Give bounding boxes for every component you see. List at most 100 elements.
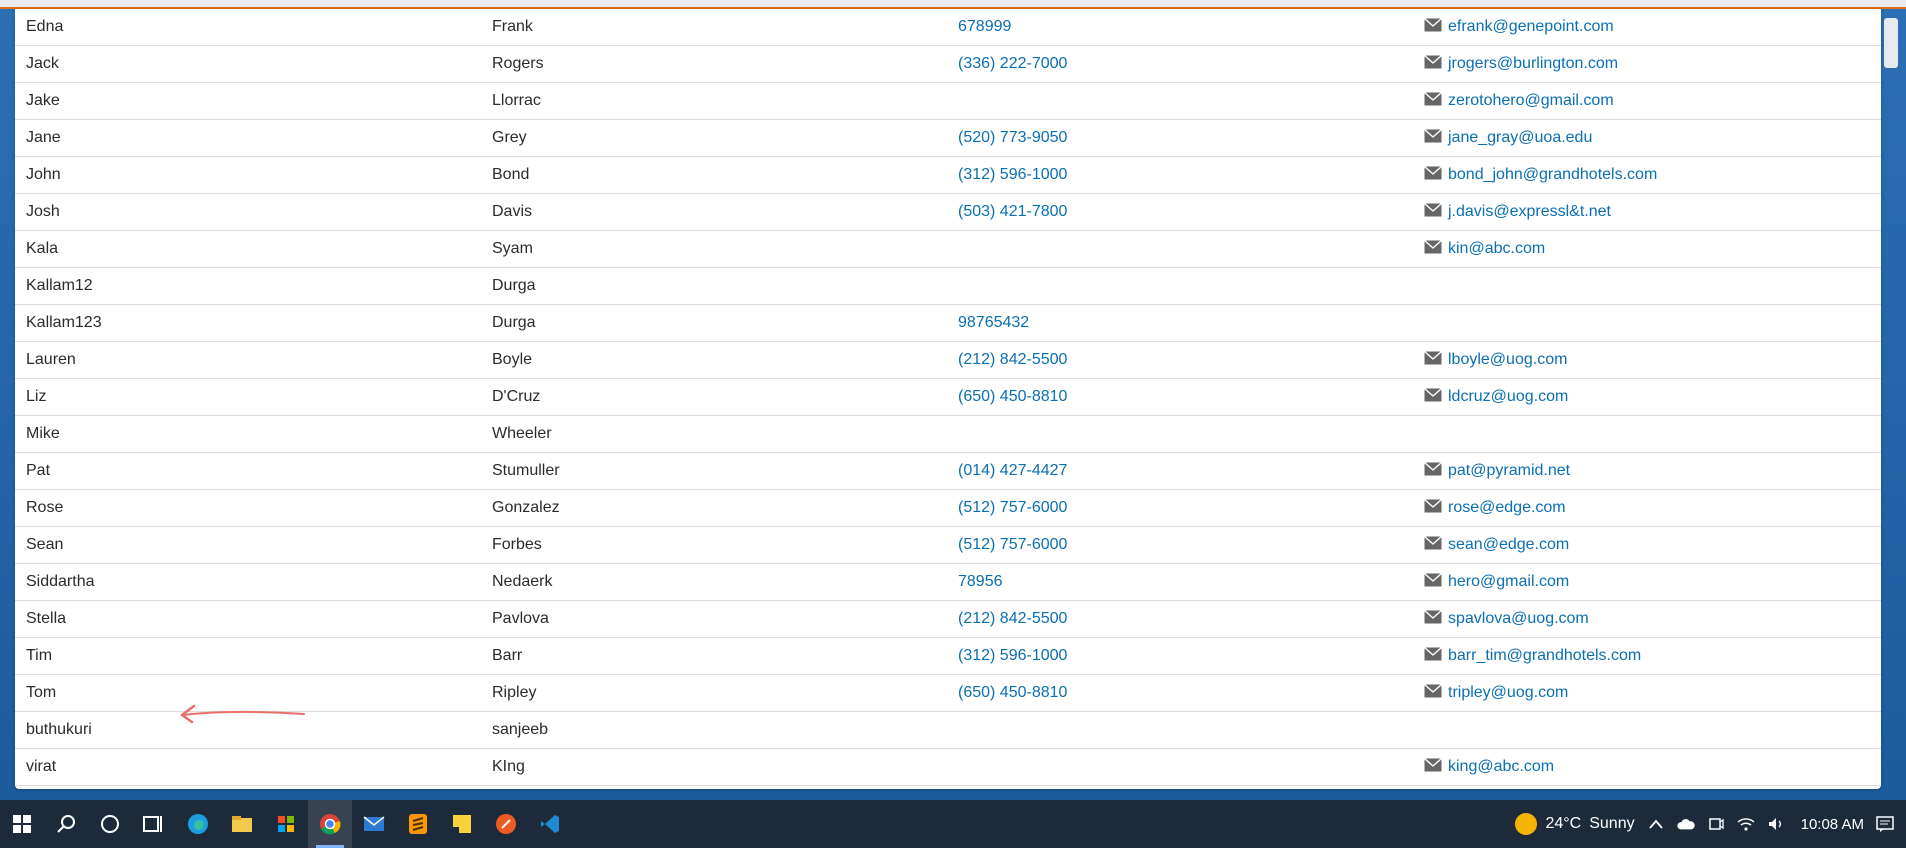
- first-name-cell: virat: [15, 748, 492, 786]
- email-link[interactable]: barr_tim@grandhotels.com: [1424, 646, 1641, 666]
- meet-now-icon[interactable]: [1707, 815, 1725, 833]
- email-cell: [1424, 711, 1881, 749]
- last-name-cell: Frank: [492, 9, 958, 46]
- email-link[interactable]: lboyle@uog.com: [1424, 350, 1567, 370]
- table-row[interactable]: Kallam12 Durga: [15, 267, 1881, 305]
- mail-app-icon[interactable]: [352, 800, 396, 848]
- email-text: tripley@uog.com: [1448, 684, 1569, 701]
- phone-link[interactable]: 678999: [958, 18, 1011, 35]
- table-row[interactable]: Liz D'Cruz (650) 450-8810 ldcruz@uog.com: [15, 378, 1881, 416]
- phone-link[interactable]: (212) 842-5500: [958, 351, 1067, 368]
- chrome-icon[interactable]: [308, 800, 352, 848]
- email-cell: sean@edge.com: [1424, 526, 1881, 564]
- email-link[interactable]: kin@abc.com: [1424, 239, 1546, 259]
- table-row[interactable]: Edna Frank 678999 efrank@genepoint.com: [15, 9, 1881, 46]
- first-name: Jane: [26, 129, 61, 146]
- last-name-cell: D'Cruz: [492, 378, 958, 416]
- email-link[interactable]: efrank@genepoint.com: [1424, 17, 1614, 37]
- file-explorer-icon[interactable]: [220, 800, 264, 848]
- email-link[interactable]: spavlova@uog.com: [1424, 609, 1589, 629]
- phone-link[interactable]: (520) 773-9050: [958, 129, 1067, 146]
- phone-link[interactable]: (212) 842-5500: [958, 610, 1067, 627]
- last-name: Durga: [492, 314, 536, 331]
- mail-icon: [1424, 609, 1442, 629]
- first-name: Kallam123: [26, 314, 102, 331]
- table-row[interactable]: virat KIng king@abc.com: [15, 748, 1881, 786]
- table-row[interactable]: Siddartha Nedaerk 78956 hero@gmail.com: [15, 563, 1881, 601]
- email-link[interactable]: zerotohero@gmail.com: [1424, 91, 1614, 111]
- table-row[interactable]: Jane Grey (520) 773-9050 jane_gray@uoa.edu: [15, 119, 1881, 157]
- sticky-notes-icon[interactable]: [440, 800, 484, 848]
- first-name-cell: Rose: [15, 489, 492, 527]
- table-row[interactable]: Tim Barr (312) 596-1000 barr_tim@grandhotel…: [15, 637, 1881, 675]
- wifi-icon[interactable]: [1737, 815, 1755, 833]
- email-link[interactable]: jrogers@burlington.com: [1424, 54, 1618, 74]
- email-link[interactable]: pat@pyramid.net: [1424, 461, 1570, 481]
- last-name-cell: KIng: [492, 748, 958, 786]
- phone-link[interactable]: (503) 421-7800: [958, 203, 1067, 220]
- mail-icon: [1424, 91, 1442, 111]
- email-link[interactable]: king@abc.com: [1424, 757, 1554, 777]
- phone-link[interactable]: 98765432: [958, 314, 1029, 331]
- notifications-icon[interactable]: [1876, 815, 1894, 833]
- phone-link[interactable]: (014) 427-4427: [958, 462, 1067, 479]
- email-link[interactable]: ldcruz@uog.com: [1424, 387, 1568, 407]
- phone-cell: [958, 415, 1424, 453]
- phone-cell: [958, 230, 1424, 268]
- taskbar-clock[interactable]: 10:08 AM: [1801, 816, 1864, 833]
- email-link[interactable]: rose@edge.com: [1424, 498, 1566, 518]
- email-cell: jrogers@burlington.com: [1424, 45, 1881, 83]
- phone-link[interactable]: (512) 757-6000: [958, 536, 1067, 553]
- mail-icon: [1424, 350, 1442, 370]
- table-row[interactable]: Sean Forbes (512) 757-6000 sean@edge.com: [15, 526, 1881, 564]
- email-link[interactable]: hero@gmail.com: [1424, 572, 1569, 592]
- search-icon[interactable]: [44, 800, 88, 848]
- email-link[interactable]: bond_john@grandhotels.com: [1424, 165, 1657, 185]
- phone-link[interactable]: 78956: [958, 573, 1003, 590]
- phone-link[interactable]: (336) 222-7000: [958, 55, 1067, 72]
- last-name: Gonzalez: [492, 499, 560, 516]
- windows-start-icon[interactable]: [0, 800, 44, 848]
- table-row[interactable]: Mike Wheeler: [15, 415, 1881, 453]
- volume-icon[interactable]: [1767, 815, 1785, 833]
- first-name-cell: Kala: [15, 230, 492, 268]
- email-link[interactable]: j.davis@expressl&t.net: [1424, 202, 1611, 222]
- email-link[interactable]: tripley@uog.com: [1424, 683, 1569, 703]
- phone-link[interactable]: (312) 596-1000: [958, 647, 1067, 664]
- email-cell: rose@edge.com: [1424, 489, 1881, 527]
- task-view-icon[interactable]: [132, 800, 176, 848]
- email-text: kin@abc.com: [1448, 240, 1546, 257]
- phone-link[interactable]: (312) 596-1000: [958, 166, 1067, 183]
- email-link[interactable]: sean@edge.com: [1424, 535, 1569, 555]
- last-name-cell: Nedaerk: [492, 563, 958, 601]
- mail-icon: [1424, 202, 1442, 222]
- table-row[interactable]: Stella Pavlova (212) 842-5500 spavlova@uog.…: [15, 600, 1881, 638]
- phone-cell: (650) 450-8810: [958, 674, 1424, 712]
- cortana-icon[interactable]: [88, 800, 132, 848]
- table-row[interactable]: Rose Gonzalez (512) 757-6000 rose@edge.com: [15, 489, 1881, 527]
- phone-cell: (312) 596-1000: [958, 156, 1424, 194]
- scrollbar-thumb[interactable]: [1884, 18, 1898, 68]
- weather-widget[interactable]: 24°C Sunny: [1515, 813, 1635, 835]
- phone-link[interactable]: (512) 757-6000: [958, 499, 1067, 516]
- table-row[interactable]: Lauren Boyle (212) 842-5500 lboyle@uog.com: [15, 341, 1881, 379]
- postman-icon[interactable]: [484, 800, 528, 848]
- chevron-up-icon[interactable]: [1647, 815, 1665, 833]
- table-row[interactable]: John Bond (312) 596-1000 bond_john@grandhot…: [15, 156, 1881, 194]
- table-row[interactable]: Jake Llorrac zerotohero@gmail.com: [15, 82, 1881, 120]
- table-row[interactable]: Pat Stumuller (014) 427-4427 pat@pyramid.ne…: [15, 452, 1881, 490]
- phone-link[interactable]: (650) 450-8810: [958, 388, 1067, 405]
- sublime-text-icon[interactable]: [396, 800, 440, 848]
- onedrive-cloud-icon[interactable]: [1677, 815, 1695, 833]
- table-row[interactable]: Josh Davis (503) 421-7800 j.davis@expressl&…: [15, 193, 1881, 231]
- email-cell: hero@gmail.com: [1424, 563, 1881, 601]
- phone-link[interactable]: (650) 450-8810: [958, 684, 1067, 701]
- microsoft-store-icon[interactable]: [264, 800, 308, 848]
- first-name: Sean: [26, 536, 64, 553]
- vscode-icon[interactable]: [528, 800, 572, 848]
- edge-icon[interactable]: [176, 800, 220, 848]
- table-row[interactable]: Jack Rogers (336) 222-7000 jrogers@burlingt…: [15, 45, 1881, 83]
- email-link[interactable]: jane_gray@uoa.edu: [1424, 128, 1592, 148]
- table-row[interactable]: Kala Syam kin@abc.com: [15, 230, 1881, 268]
- table-row[interactable]: Kallam123 Durga 98765432: [15, 304, 1881, 342]
